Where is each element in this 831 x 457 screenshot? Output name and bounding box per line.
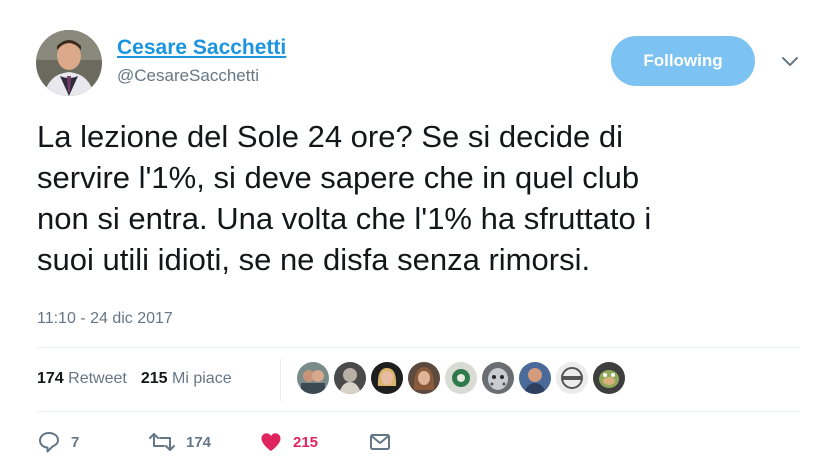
retweets-stat[interactable]: 174 Retweet — [37, 370, 127, 388]
avatar-liker-7[interactable] — [519, 362, 551, 394]
avatar-liker-8[interactable] — [556, 362, 588, 394]
divider — [37, 347, 799, 348]
tweet-text-line: La lezione del Sole 24 ore? Se si decide… — [37, 119, 623, 154]
avatar-liker-3[interactable] — [371, 362, 403, 394]
following-button[interactable]: Following — [611, 36, 755, 86]
tweet-text: La lezione del Sole 24 ore? Se si decide… — [37, 116, 807, 280]
tweet-text-line: servire l'1%, si deve sapere che in quel… — [37, 160, 640, 195]
retweet-count: 174 — [186, 433, 212, 451]
reply-button[interactable]: 7 — [37, 430, 79, 454]
chevron-down-icon[interactable] — [779, 50, 801, 72]
tweet-text-line: suoi utili idioti, se ne disfa senza rim… — [37, 242, 591, 277]
tweet-timestamp[interactable]: 11:10 - 24 dic 2017 — [37, 310, 173, 328]
author-name[interactable]: Cesare Sacchetti — [117, 36, 286, 60]
reply-count: 7 — [71, 433, 80, 451]
avatar-liker-1[interactable] — [297, 362, 329, 394]
direct-message-button[interactable] — [368, 430, 392, 454]
avatar-liker-2[interactable] — [334, 362, 366, 394]
likes-stat-count: 215 — [140, 370, 168, 387]
avatar-liker-9[interactable] — [593, 362, 625, 394]
retweets-stat-count: 174 — [37, 370, 64, 387]
like-count: 215 — [293, 433, 319, 451]
heart-icon — [261, 433, 281, 451]
retweet-button[interactable]: 174 — [148, 430, 211, 454]
avatar-liker-4[interactable] — [408, 362, 440, 394]
stats-separator — [280, 359, 281, 401]
likes-stat-label: Mi piace — [172, 370, 232, 387]
reply-icon — [39, 432, 59, 453]
avatar-liker-5[interactable] — [445, 362, 477, 394]
retweets-stat-label: Retweet — [68, 370, 127, 387]
likes-stat[interactable]: 215 Mi piace — [141, 370, 232, 388]
liker-avatars — [297, 362, 625, 394]
tweet-text-line: non si entra. Una volta che l'1% ha sfru… — [37, 201, 652, 236]
author-handle[interactable]: @CesareSacchetti — [117, 66, 259, 86]
retweet-icon — [149, 433, 175, 451]
divider — [37, 411, 799, 412]
author-avatar-image — [36, 30, 102, 96]
tweet-stats: 174 Retweet 215 Mi piace — [37, 370, 232, 388]
like-button[interactable]: 215 — [259, 430, 318, 454]
avatar-liker-6[interactable] — [482, 362, 514, 394]
author-avatar[interactable] — [36, 30, 102, 96]
envelope-icon — [370, 434, 390, 450]
